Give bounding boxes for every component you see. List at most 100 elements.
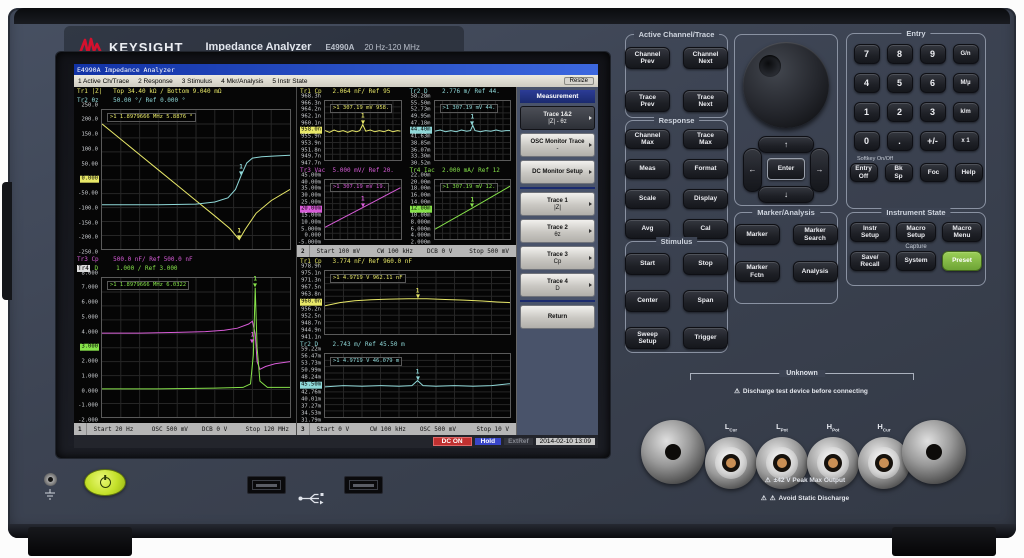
span-button[interactable]: Span [683,290,728,312]
start-button[interactable]: Start [625,253,670,275]
softkey-osc-monitor-trace[interactable]: OSC Monitor Trace - [520,133,595,157]
menu-active-ch-trace[interactable]: 1 Active Ch/Trace [78,78,129,85]
key-plus-minus[interactable]: +/- [919,131,946,151]
key-2[interactable]: 2 [886,102,913,122]
key-1[interactable]: 1 [853,102,880,122]
left-foot [28,527,132,556]
scale-button[interactable]: Scale [625,189,670,209]
macro-menu-button[interactable]: Macro Menu [942,222,982,242]
key-7[interactable]: 7 [853,44,880,64]
y-tick-label: 35.00m [301,185,321,192]
softkey-menu-title: Measurement [520,90,595,103]
ch1-trace2-header: Tr2 θz 50.00 °/ Ref 0.000 ° [77,96,186,104]
y-tick-label: 8.000 [81,270,98,277]
key-8[interactable]: 8 [886,44,913,64]
softkey-trace-4[interactable]: Trace 4D [520,273,595,297]
avg-button[interactable]: Avg [625,219,670,239]
arrow-left-button[interactable]: ← [743,148,762,192]
y-tick-label: 58.28m [410,93,431,100]
ch3-stop: Stop 10 V [476,425,509,433]
trace-prev-button[interactable]: Trace Prev [625,90,670,112]
unknown-label: Unknown [779,370,825,377]
menu-stimulus[interactable]: 3 Stimulus [182,78,212,85]
ch2-cp-graph: 968.3n 966.3n 964.2n 962.1n 960.1n 958.0n 955.… [297,94,407,167]
y-tick-label: 40.01m [301,396,321,403]
arrow-right-button[interactable]: → [810,148,829,192]
help-button[interactable]: Help [954,163,983,182]
ch1-stop: Stop 120 MHz [245,425,289,433]
trace-max-button[interactable]: Trace Max [683,129,728,149]
bnc-center-pin [879,458,889,468]
foc-button[interactable]: Foc [919,163,948,182]
y-tick-label: 0.000 [80,176,99,183]
entry-off-button[interactable]: Entry Off [849,163,878,182]
usb-port-1 [247,476,286,494]
enter-button[interactable]: Enter [767,158,805,180]
display-button[interactable]: Display [683,189,728,209]
arrow-down-button[interactable]: ↓ [758,186,814,203]
y-tick-label: 40.00m [301,179,321,186]
system-button[interactable]: System [896,251,936,271]
instr-setup-button[interactable]: Instr Setup [850,222,890,242]
cal-button[interactable]: Cal [683,219,728,239]
resize-button[interactable]: Resize [563,77,594,85]
y-tick-label: 10.00m [301,219,321,226]
marker-button[interactable]: Marker [734,224,780,245]
ch2-start: Start 100 mV [316,247,360,255]
key-mega-micro[interactable]: M/µ [952,73,979,93]
key-3[interactable]: 3 [919,102,946,122]
key-giga-nano[interactable]: G/n [952,44,979,64]
y-tick-label: 33.30m [410,153,431,160]
menu-mkr-analysis[interactable]: 4 Mkr/Analysis [221,78,263,85]
marker-search-button[interactable]: Marker Search [792,224,838,245]
y-tick-label: 941.1n [301,334,321,341]
menu-instr-state[interactable]: 5 Instr State [272,78,307,85]
key-6[interactable]: 6 [919,73,946,93]
softkey-trace-2[interactable]: Trace 2 θz [520,219,595,243]
sweep-setup-button[interactable]: Sweep Setup [625,327,670,349]
power-button[interactable] [84,469,126,496]
format-button[interactable]: Format [683,159,728,179]
center-button[interactable]: Center [625,290,670,312]
trace-next-button[interactable]: Trace Next [683,90,728,112]
trigger-button[interactable]: Trigger [683,327,728,349]
group-response: Response Channel Max Trace Max Meas Form… [625,116,728,239]
softkey-trace-1[interactable]: Trace 1 |Z| [520,192,595,216]
y-tick-label: 963.8n [301,291,321,298]
key-kilo-milli[interactable]: k/m [952,102,979,122]
usb-port-2 [344,476,383,494]
meas-button[interactable]: Meas [625,159,670,179]
stop-button[interactable]: Stop [683,253,728,275]
key-5[interactable]: 5 [886,73,913,93]
key-0[interactable]: 0 [853,131,880,151]
graph-plot: 1 >1 307.19 mV 44. [433,99,511,161]
channel-prev-button[interactable]: Channel Prev [625,47,670,69]
backspace-button[interactable]: Bk Sp [884,163,913,182]
key-decimal[interactable]: . [886,131,913,151]
key-x1[interactable]: x 1 [952,131,979,151]
y-tick-label: 1.000 [81,373,98,380]
channel-next-button[interactable]: Channel Next [683,47,728,69]
analysis-button[interactable]: Analysis [792,261,838,282]
group-instrument-state: Instrument State Instr Setup Macro Setup… [846,208,986,286]
preset-button[interactable]: Preset [942,251,982,271]
key-9[interactable]: 9 [919,44,946,64]
arrow-up-button[interactable]: ↑ [758,136,814,153]
submenu-arrow-icon [589,170,592,174]
graph-plot: 1 >1 4.9719 V 962.11 nF [324,269,511,335]
key-4[interactable]: 4 [853,73,880,93]
softkey-return[interactable]: Return [520,305,595,329]
y-tick-label: 50.99m [301,367,321,374]
softkey-dc-monitor-setup[interactable]: DC Monitor Setup [520,160,595,184]
marker-fctn-button[interactable]: Marker Fctn [734,261,780,282]
macro-setup-button[interactable]: Macro Setup [896,222,936,242]
softkey-trace-1-2[interactable]: Trace 1&2 |Z| - θz [520,106,595,130]
rotary-knob[interactable] [743,42,829,128]
y-tick-label: 50.00 [81,161,98,168]
y-tick-label: -150.0 [78,220,98,227]
menu-response[interactable]: 2 Response [138,78,173,85]
y-tick-label: -5.000m [297,239,321,246]
channel-max-button[interactable]: Channel Max [625,129,670,149]
softkey-trace-3[interactable]: Trace 3 Cp [520,246,595,270]
save-recall-button[interactable]: Save/ Recall [850,251,890,271]
